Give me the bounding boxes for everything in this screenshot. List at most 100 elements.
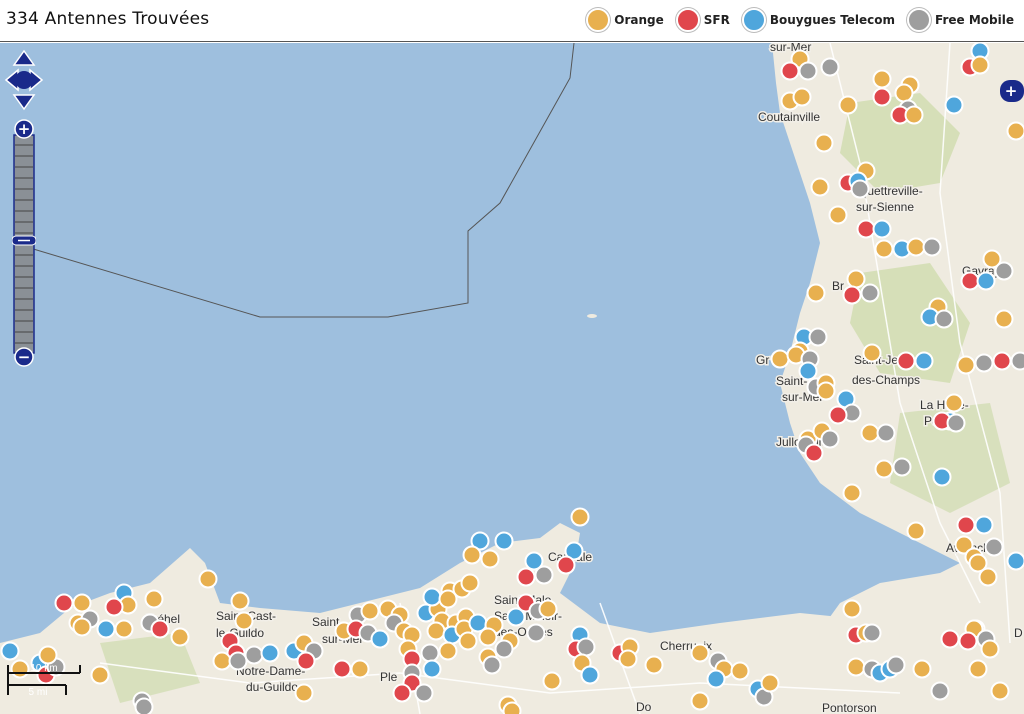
orange-antenna-marker[interactable] (994, 309, 1014, 329)
orange-antenna-marker[interactable] (730, 661, 750, 681)
sfr-antenna-marker[interactable] (960, 271, 980, 291)
orange-antenna-marker[interactable] (230, 591, 250, 611)
orange-antenna-marker[interactable] (538, 599, 558, 619)
orange-antenna-marker[interactable] (842, 483, 862, 503)
free-antenna-marker[interactable] (494, 639, 514, 659)
orange-antenna-marker[interactable] (846, 269, 866, 289)
orange-antenna-marker[interactable] (170, 627, 190, 647)
sfr-antenna-marker[interactable] (804, 443, 824, 463)
orange-antenna-marker[interactable] (956, 355, 976, 375)
orange-antenna-marker[interactable] (144, 589, 164, 609)
orange-antenna-marker[interactable] (72, 617, 92, 637)
sfr-antenna-marker[interactable] (556, 555, 576, 575)
sfr-antenna-marker[interactable] (958, 631, 978, 651)
free-antenna-marker[interactable] (820, 429, 840, 449)
orange-antenna-marker[interactable] (810, 177, 830, 197)
map-svg[interactable]: sur-MerCoutainvilleQuettreville-sur-Sien… (0, 43, 1024, 714)
free-antenna-marker[interactable] (244, 645, 264, 665)
orange-antenna-marker[interactable] (502, 701, 522, 714)
orange-antenna-marker[interactable] (438, 589, 458, 609)
orange-antenna-marker[interactable] (478, 627, 498, 647)
bouygues-antenna-marker[interactable] (976, 271, 996, 291)
free-antenna-marker[interactable] (862, 623, 882, 643)
orange-antenna-marker[interactable] (894, 83, 914, 103)
orange-antenna-marker[interactable] (968, 659, 988, 679)
free-antenna-marker[interactable] (808, 327, 828, 347)
orange-antenna-marker[interactable] (874, 239, 894, 259)
bouygues-antenna-marker[interactable] (706, 669, 726, 689)
orange-antenna-marker[interactable] (828, 205, 848, 225)
bouygues-antenna-marker[interactable] (422, 659, 442, 679)
pan-up-icon[interactable] (12, 49, 36, 66)
sfr-antenna-marker[interactable] (842, 285, 862, 305)
free-antenna-marker[interactable] (974, 353, 994, 373)
free-antenna-marker[interactable] (534, 565, 554, 585)
free-antenna-marker[interactable] (946, 413, 966, 433)
pan-control[interactable] (4, 49, 44, 111)
legend-item-free[interactable]: Free Mobile (907, 8, 1014, 32)
orange-antenna-marker[interactable] (644, 655, 664, 675)
free-antenna-marker[interactable] (820, 57, 840, 77)
sfr-antenna-marker[interactable] (54, 593, 74, 613)
zoom-control[interactable]: + − (12, 119, 36, 369)
orange-antenna-marker[interactable] (350, 659, 370, 679)
free-antenna-marker[interactable] (850, 179, 870, 199)
orange-antenna-marker[interactable] (862, 343, 882, 363)
bouygues-antenna-marker[interactable] (370, 629, 390, 649)
bouygues-antenna-marker[interactable] (96, 619, 116, 639)
orange-antenna-marker[interactable] (792, 87, 812, 107)
orange-antenna-marker[interactable] (234, 611, 254, 631)
orange-antenna-marker[interactable] (458, 631, 478, 651)
orange-antenna-marker[interactable] (980, 639, 1000, 659)
orange-antenna-marker[interactable] (944, 393, 964, 413)
sfr-antenna-marker[interactable] (896, 351, 916, 371)
orange-antenna-marker[interactable] (690, 643, 710, 663)
orange-antenna-marker[interactable] (294, 683, 314, 703)
sfr-antenna-marker[interactable] (332, 659, 352, 679)
orange-antenna-marker[interactable] (438, 641, 458, 661)
orange-antenna-marker[interactable] (806, 283, 826, 303)
bouygues-antenna-marker[interactable] (974, 515, 994, 535)
bouygues-antenna-marker[interactable] (944, 95, 964, 115)
orange-antenna-marker[interactable] (846, 657, 866, 677)
orange-antenna-marker[interactable] (978, 567, 998, 587)
orange-antenna-marker[interactable] (838, 95, 858, 115)
orange-antenna-marker[interactable] (770, 349, 790, 369)
sfr-antenna-marker[interactable] (296, 651, 316, 671)
free-antenna-marker[interactable] (420, 643, 440, 663)
orange-antenna-marker[interactable] (462, 545, 482, 565)
orange-antenna-marker[interactable] (426, 621, 446, 641)
bouygues-antenna-marker[interactable] (422, 587, 442, 607)
orange-antenna-marker[interactable] (38, 645, 58, 665)
orange-antenna-marker[interactable] (1006, 121, 1024, 141)
free-antenna-marker[interactable] (1010, 351, 1024, 371)
free-antenna-marker[interactable] (934, 309, 954, 329)
legend-item-bouygues[interactable]: Bouygues Telecom (741, 8, 895, 32)
free-antenna-marker[interactable] (798, 61, 818, 81)
bouygues-antenna-marker[interactable] (798, 361, 818, 381)
free-antenna-marker[interactable] (134, 697, 154, 714)
free-antenna-marker[interactable] (576, 637, 596, 657)
free-antenna-marker[interactable] (930, 681, 950, 701)
orange-antenna-marker[interactable] (872, 69, 892, 89)
bouygues-antenna-marker[interactable] (260, 643, 280, 663)
orange-antenna-marker[interactable] (816, 381, 836, 401)
free-antenna-marker[interactable] (860, 283, 880, 303)
orange-antenna-marker[interactable] (90, 665, 110, 685)
orange-antenna-marker[interactable] (906, 521, 926, 541)
bouygues-antenna-marker[interactable] (914, 351, 934, 371)
free-antenna-marker[interactable] (228, 651, 248, 671)
orange-antenna-marker[interactable] (860, 423, 880, 443)
bouygues-antenna-marker[interactable] (872, 219, 892, 239)
orange-antenna-marker[interactable] (114, 619, 134, 639)
sfr-antenna-marker[interactable] (780, 61, 800, 81)
legend-item-sfr[interactable]: SFR (675, 8, 730, 32)
bouygues-antenna-marker[interactable] (932, 467, 952, 487)
sfr-antenna-marker[interactable] (992, 351, 1012, 371)
orange-antenna-marker[interactable] (990, 681, 1010, 701)
sfr-antenna-marker[interactable] (856, 219, 876, 239)
orange-antenna-marker[interactable] (212, 651, 232, 671)
orange-antenna-marker[interactable] (72, 593, 92, 613)
sfr-antenna-marker[interactable] (104, 597, 124, 617)
sfr-antenna-marker[interactable] (392, 683, 412, 703)
